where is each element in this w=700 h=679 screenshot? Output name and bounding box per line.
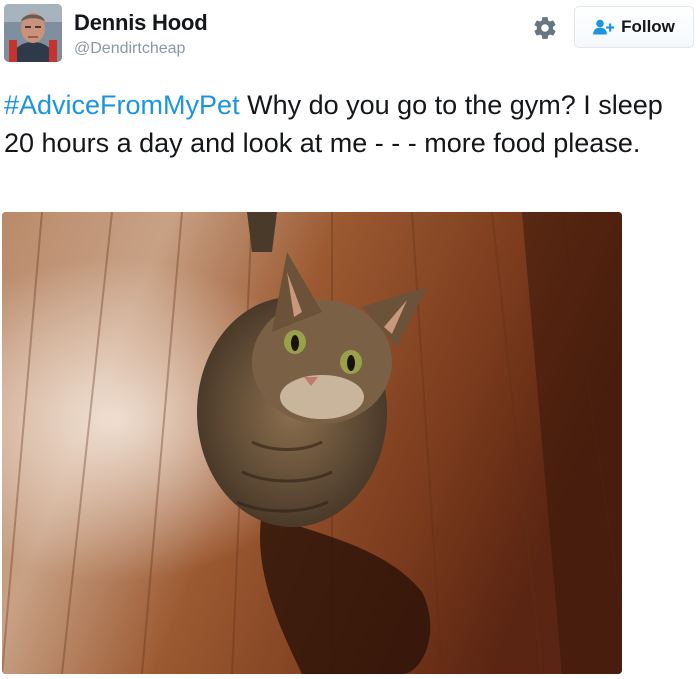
avatar[interactable] [4,4,62,62]
display-name[interactable]: Dennis Hood [74,10,208,36]
avatar-image [4,4,62,62]
tweet-card: Dennis Hood @Dendirtcheap Follow #Advice… [0,0,700,679]
username-handle[interactable]: @Dendirtcheap [74,40,185,58]
tweet-photo[interactable] [2,212,622,674]
follow-button[interactable]: Follow [574,6,694,48]
cat-photo [2,212,622,674]
hashtag-link[interactable]: #AdviceFromMyPet [4,90,240,120]
follow-user-icon [593,19,615,35]
gear-icon[interactable] [532,15,558,41]
follow-button-label: Follow [621,17,675,36]
tweet-text: #AdviceFromMyPet Why do you go to the gy… [4,86,694,162]
